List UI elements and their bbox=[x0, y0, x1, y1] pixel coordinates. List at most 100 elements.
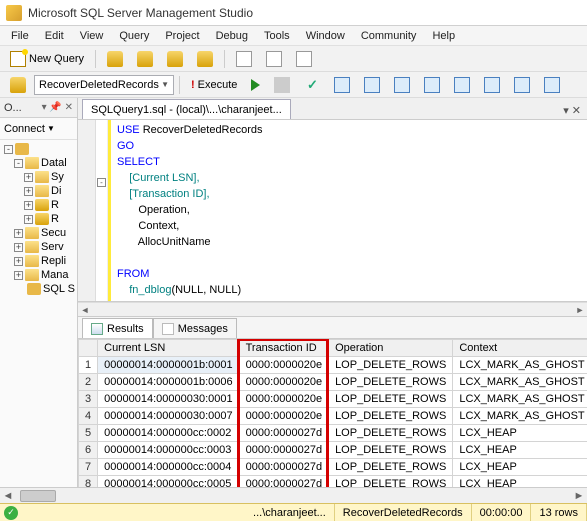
table-row[interactable]: 500000014:000000cc:00020000:0000027dLOP_… bbox=[79, 425, 587, 442]
cell[interactable]: 3 bbox=[79, 391, 98, 408]
tab-results[interactable]: Results bbox=[82, 318, 153, 338]
stop-button[interactable] bbox=[268, 74, 296, 96]
cell[interactable]: LOP_DELETE_ROWS bbox=[329, 459, 453, 476]
tab-overflow[interactable]: ▾ ✕ bbox=[557, 102, 587, 119]
cell[interactable]: 5 bbox=[79, 425, 98, 442]
toolbar-btn-d[interactable] bbox=[538, 74, 566, 96]
tree-node[interactable]: +Di bbox=[2, 184, 75, 198]
cell[interactable]: 0000:0000020e bbox=[239, 374, 328, 391]
cell[interactable]: 00000014:000000cc:0004 bbox=[98, 459, 239, 476]
tab-sqlquery1[interactable]: SQLQuery1.sql - (local)\...\charanjeet..… bbox=[82, 99, 291, 119]
execute-button[interactable]: ! Execute bbox=[185, 74, 243, 96]
cell[interactable]: 00000014:0000001b:0006 bbox=[98, 374, 239, 391]
toolbar-btn-b[interactable] bbox=[478, 74, 506, 96]
scroll-right-icon[interactable]: ► bbox=[573, 305, 587, 315]
cell[interactable]: 0000:0000027d bbox=[239, 442, 328, 459]
window-hscrollbar[interactable]: ◄ ► bbox=[0, 487, 587, 503]
expand-toggle[interactable]: + bbox=[24, 215, 33, 224]
cell[interactable]: 0000:0000027d bbox=[239, 459, 328, 476]
cell[interactable]: LCX_HEAP bbox=[453, 442, 587, 459]
expand-toggle[interactable]: + bbox=[24, 173, 33, 182]
cell[interactable]: 4 bbox=[79, 408, 98, 425]
cell[interactable]: 00000014:00000030:0007 bbox=[98, 408, 239, 425]
menu-community[interactable]: Community bbox=[354, 28, 424, 44]
cell[interactable]: 00000014:00000030:0001 bbox=[98, 391, 239, 408]
tab-messages[interactable]: Messages bbox=[153, 318, 237, 338]
column-header[interactable] bbox=[79, 340, 98, 357]
expand-toggle[interactable]: + bbox=[14, 271, 23, 280]
menu-debug[interactable]: Debug bbox=[209, 28, 255, 44]
tree-node[interactable]: +R bbox=[2, 212, 75, 226]
cell[interactable]: LOP_DELETE_ROWS bbox=[329, 374, 453, 391]
pin-icon[interactable]: ▾ 📌 ✕ bbox=[42, 102, 73, 113]
debug-button[interactable] bbox=[245, 74, 266, 96]
menu-view[interactable]: View bbox=[73, 28, 111, 44]
chevron-down-icon[interactable]: ▼ bbox=[47, 124, 55, 133]
tree-node[interactable]: +Repli bbox=[2, 254, 75, 268]
cell[interactable]: LCX_HEAP bbox=[453, 459, 587, 476]
open-button[interactable] bbox=[230, 48, 258, 70]
menu-edit[interactable]: Edit bbox=[38, 28, 71, 44]
results-text-button[interactable] bbox=[358, 74, 386, 96]
scroll-right-icon[interactable]: ► bbox=[571, 490, 587, 502]
toolbar-btn-4[interactable] bbox=[191, 48, 219, 70]
toolbar-btn-group[interactable] bbox=[4, 74, 32, 96]
menu-help[interactable]: Help bbox=[425, 28, 462, 44]
menu-tools[interactable]: Tools bbox=[257, 28, 297, 44]
cell[interactable]: LCX_MARK_AS_GHOST bbox=[453, 374, 587, 391]
menu-window[interactable]: Window bbox=[299, 28, 352, 44]
save-button[interactable] bbox=[260, 48, 288, 70]
column-header[interactable]: Context bbox=[453, 340, 587, 357]
cell[interactable]: LOP_DELETE_ROWS bbox=[329, 408, 453, 425]
parse-button[interactable]: ✓ bbox=[298, 74, 326, 96]
toolbar-btn-3[interactable] bbox=[161, 48, 189, 70]
code-outline[interactable]: - bbox=[96, 120, 108, 301]
toolbar-btn-1[interactable] bbox=[101, 48, 129, 70]
cell[interactable]: LOP_DELETE_ROWS bbox=[329, 425, 453, 442]
cell[interactable]: LOP_DELETE_ROWS bbox=[329, 391, 453, 408]
toolbar-btn-a[interactable] bbox=[448, 74, 476, 96]
cell[interactable]: 7 bbox=[79, 459, 98, 476]
scroll-thumb[interactable] bbox=[20, 490, 56, 502]
expand-toggle[interactable]: - bbox=[4, 145, 13, 154]
menu-query[interactable]: Query bbox=[112, 28, 156, 44]
results-grid[interactable]: Current LSNTransaction IDOperationContex… bbox=[78, 339, 587, 503]
column-header[interactable]: Operation bbox=[329, 340, 453, 357]
cell[interactable]: 0000:0000020e bbox=[239, 357, 328, 374]
collapse-toggle[interactable]: - bbox=[97, 178, 106, 187]
table-row[interactable]: 300000014:00000030:00010000:0000020eLOP_… bbox=[79, 391, 587, 408]
cell[interactable]: 1 bbox=[79, 357, 98, 374]
table-row[interactable]: 700000014:000000cc:00040000:0000027dLOP_… bbox=[79, 459, 587, 476]
column-header[interactable]: Current LSN bbox=[98, 340, 239, 357]
menu-project[interactable]: Project bbox=[158, 28, 206, 44]
tree-node[interactable]: -Datal bbox=[2, 156, 75, 170]
table-row[interactable]: 400000014:00000030:00070000:0000020eLOP_… bbox=[79, 408, 587, 425]
expand-toggle[interactable]: + bbox=[14, 243, 23, 252]
object-tree[interactable]: --Datal+Sy+Di+R+R+Secu+Serv+Repli+ManaSQ… bbox=[0, 140, 77, 503]
tree-node[interactable]: +Sy bbox=[2, 170, 75, 184]
expand-toggle[interactable]: - bbox=[14, 159, 23, 168]
expand-toggle[interactable]: + bbox=[24, 201, 33, 210]
toolbar-btn-2[interactable] bbox=[131, 48, 159, 70]
tree-node[interactable]: +Mana bbox=[2, 268, 75, 282]
tree-node[interactable]: +Secu bbox=[2, 226, 75, 240]
new-query-button[interactable]: New Query bbox=[4, 48, 90, 70]
scroll-left-icon[interactable]: ◄ bbox=[0, 490, 16, 502]
editor-hscrollbar[interactable]: ◄ ► bbox=[78, 302, 587, 316]
cell[interactable]: LCX_HEAP bbox=[453, 425, 587, 442]
expand-toggle[interactable]: + bbox=[14, 257, 23, 266]
table-row[interactable]: 600000014:000000cc:00030000:0000027dLOP_… bbox=[79, 442, 587, 459]
breakpoint-gutter[interactable] bbox=[78, 120, 96, 301]
cell[interactable]: 0000:0000020e bbox=[239, 391, 328, 408]
table-row[interactable]: 100000014:0000001b:00010000:0000020eLOP_… bbox=[79, 357, 587, 374]
cell[interactable]: 00000014:000000cc:0002 bbox=[98, 425, 239, 442]
toolbar-btn-c[interactable] bbox=[508, 74, 536, 96]
tree-node[interactable]: SQL S bbox=[2, 282, 75, 296]
cell[interactable]: LCX_MARK_AS_GHOST bbox=[453, 408, 587, 425]
menu-file[interactable]: File bbox=[4, 28, 36, 44]
tree-node[interactable]: +R bbox=[2, 198, 75, 212]
column-header[interactable]: Transaction ID bbox=[239, 340, 328, 357]
expand-toggle[interactable]: + bbox=[24, 187, 33, 196]
cell[interactable]: 0000:0000027d bbox=[239, 425, 328, 442]
cell[interactable]: LCX_MARK_AS_GHOST bbox=[453, 357, 587, 374]
